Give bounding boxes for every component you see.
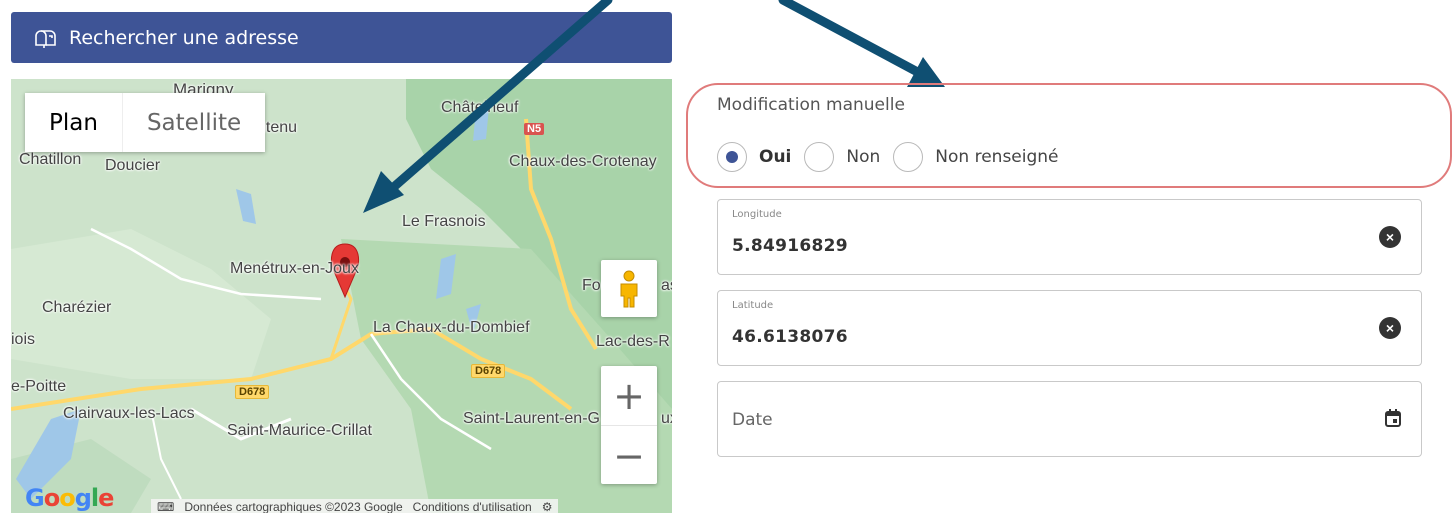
date-label: Date — [732, 410, 773, 430]
longitude-value[interactable]: 5.84916829 — [732, 236, 848, 256]
google-logo: Google — [25, 484, 114, 512]
radio-non-renseigne-indicator[interactable] — [893, 142, 924, 172]
map[interactable]: Marigny ntenu Châtelneuf Chatillon Douci… — [11, 79, 672, 513]
pegman-icon — [620, 270, 638, 307]
clear-latitude-icon[interactable]: × — [1379, 317, 1401, 339]
modification-title: Modification manuelle — [717, 95, 905, 115]
map-place-label: e-Poitte — [11, 378, 67, 395]
latitude-field[interactable]: Latitude 46.6138076 × — [717, 290, 1422, 366]
radio-non-renseigne[interactable]: Non renseigné — [893, 142, 1059, 172]
radio-non-label: Non — [846, 147, 881, 167]
street-view-pegman-button[interactable] — [601, 260, 657, 317]
map-place-label: ux — [661, 410, 672, 427]
map-place-label: Châtelneuf — [441, 99, 519, 116]
radio-non-renseigne-label: Non renseigné — [935, 147, 1059, 167]
map-place-label: La Chaux-du-Dombief — [373, 319, 530, 336]
radio-oui-indicator[interactable] — [717, 142, 747, 172]
radio-non[interactable]: Non — [804, 142, 880, 172]
map-place-label: Saint-Maurice-Crillat — [227, 422, 372, 439]
annotation-arrow-to-modification — [778, 0, 945, 87]
date-field[interactable]: Date — [717, 381, 1422, 457]
route-badge-n5: N5 — [524, 123, 545, 135]
map-place-label: Le Frasnois — [402, 213, 486, 230]
route-badge-d678: D678 — [471, 364, 506, 378]
mailbox-icon — [35, 29, 56, 48]
radio-non-indicator[interactable] — [804, 142, 835, 172]
longitude-field[interactable]: Longitude 5.84916829 × — [717, 199, 1422, 275]
map-place-label: Fo — [582, 277, 601, 294]
map-type-satellite-button[interactable]: Satellite — [121, 93, 265, 152]
radio-oui[interactable]: Oui — [717, 142, 791, 172]
longitude-label: Longitude — [732, 209, 782, 220]
latitude-value[interactable]: 46.6138076 — [732, 327, 848, 347]
map-place-label: Menétrux-en-Joux — [230, 260, 359, 277]
map-place-label: as — [661, 277, 672, 294]
zoom-in-button[interactable]: + — [601, 366, 657, 425]
map-type-control: Plan Satellite — [25, 93, 266, 152]
map-attribution: ⌨ Données cartographiques ©2023 Google C… — [151, 499, 559, 513]
map-place-label: iois — [11, 331, 36, 348]
clear-longitude-icon[interactable]: × — [1379, 226, 1401, 248]
map-place-label: Chatillon — [19, 151, 82, 168]
map-data-credit[interactable]: Données cartographiques ©2023 Google — [184, 500, 402, 513]
map-place-label: Charézier — [42, 299, 112, 316]
map-place-label: Lac-des-R — [596, 333, 670, 350]
calendar-icon[interactable] — [1385, 409, 1401, 432]
map-place-label: Saint-Laurent-en-G — [463, 410, 600, 427]
latitude-label: Latitude — [732, 300, 774, 311]
modification-radio-group: Oui Non Non renseigné — [717, 142, 1072, 172]
search-address-button[interactable]: Rechercher une adresse — [11, 12, 672, 63]
map-place-label: Doucier — [105, 157, 161, 174]
report-error-icon[interactable]: ⚙ — [542, 500, 553, 513]
map-type-plan-button[interactable]: Plan — [25, 93, 122, 152]
search-address-label: Rechercher une adresse — [69, 26, 299, 49]
keyboard-shortcuts-icon[interactable]: ⌨ — [157, 500, 174, 513]
route-badge-d678: D678 — [235, 385, 270, 399]
zoom-out-button[interactable]: − — [601, 425, 657, 485]
terms-of-use-link[interactable]: Conditions d'utilisation — [413, 500, 532, 513]
radio-oui-label: Oui — [759, 147, 792, 167]
map-place-label: Chaux-des-Crotenay — [509, 153, 657, 170]
map-place-label: Clairvaux-les-Lacs — [63, 405, 195, 422]
zoom-control: + − — [601, 366, 657, 484]
